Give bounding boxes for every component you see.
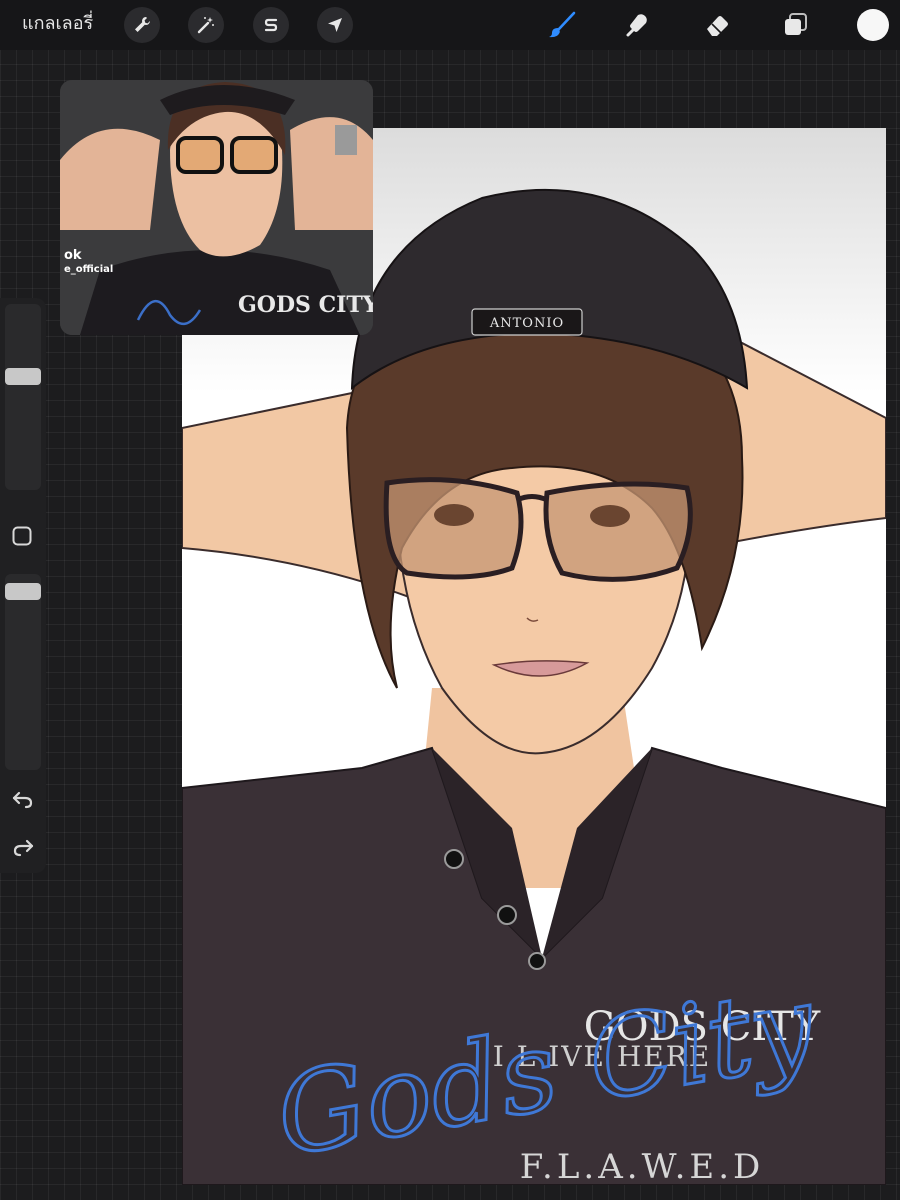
svg-text:GODS CITY: GODS CITY — [238, 292, 373, 318]
brush-icon — [549, 11, 576, 38]
redo-icon[interactable] — [10, 834, 36, 860]
wrench-icon — [135, 17, 150, 32]
left-sidebar — [0, 298, 46, 873]
eraser-icon — [707, 16, 728, 36]
color-picker-button[interactable] — [857, 9, 889, 41]
opacity-slider[interactable] — [5, 574, 41, 770]
transform-button[interactable] — [317, 7, 353, 43]
reference-photo: GODS CITY — [60, 80, 373, 335]
shirt-print-line3: F.L.A.W.E.D — [520, 1147, 765, 1185]
smudge-icon — [626, 14, 647, 37]
reference-caption-line2: e_official — [64, 264, 114, 275]
layers-icon — [785, 13, 807, 35]
opacity-thumb[interactable] — [5, 582, 41, 600]
brush-size-slider[interactable] — [5, 304, 41, 490]
layers-button[interactable] — [779, 8, 813, 42]
actions-button[interactable] — [124, 7, 160, 43]
cap-strap-text: ANTONIO — [489, 316, 564, 331]
modify-square-icon[interactable] — [12, 526, 32, 546]
magic-wand-icon — [197, 17, 214, 34]
selection-s-icon — [264, 18, 278, 32]
adjustments-button[interactable] — [188, 7, 224, 43]
brush-tool[interactable] — [545, 8, 579, 42]
selection-button[interactable] — [253, 7, 289, 43]
brush-size-thumb[interactable] — [5, 368, 41, 386]
eraser-tool[interactable] — [700, 8, 734, 42]
gallery-button[interactable]: แกลเลอรี่ — [22, 12, 93, 36]
top-toolbar: แกลเลอรี่ — [0, 0, 900, 50]
arrow-cursor-icon — [328, 18, 342, 32]
reference-caption-line1: ok — [64, 248, 82, 263]
smudge-tool[interactable] — [620, 8, 654, 42]
reference-image-panel[interactable]: GODS CITY ok e_official — [60, 80, 373, 335]
undo-icon[interactable] — [10, 786, 36, 812]
